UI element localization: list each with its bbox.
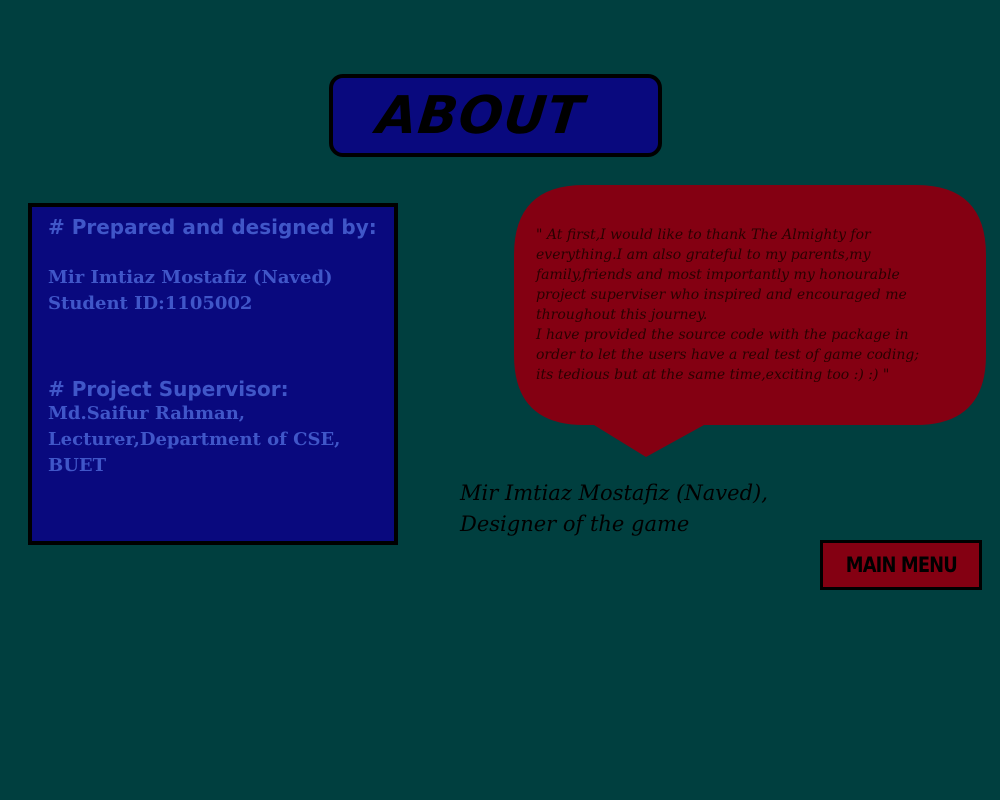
main-menu-button[interactable]: MAIN MENU <box>820 540 982 590</box>
main-menu-label: MAIN MENU <box>845 553 957 577</box>
credits-panel: # Prepared and designed by: Mir Imtiaz M… <box>28 203 398 545</box>
page-title: ABOUT <box>373 85 588 146</box>
title-banner: ABOUT <box>329 74 662 157</box>
prepared-by-heading: # Prepared and designed by: <box>48 215 377 239</box>
supervisor-name: Md.Saifur Rahman, <box>48 403 246 424</box>
signature-role: Designer of the game <box>460 512 690 536</box>
signature-name: Mir Imtiaz Mostafiz (Naved), <box>460 481 768 505</box>
supervisor-heading: # Project Supervisor: <box>48 377 289 401</box>
acknowledgement-message: " At first,I would like to thank The Alm… <box>536 227 920 383</box>
signature: Mir Imtiaz Mostafiz (Naved), Designer of… <box>460 478 768 540</box>
supervisor-title: Lecturer,Department of CSE, <box>48 429 341 450</box>
author-name: Mir Imtiaz Mostafiz (Naved) <box>48 267 333 288</box>
supervisor-institution: BUET <box>48 455 107 476</box>
student-id: Student ID:1105002 <box>48 293 253 314</box>
speech-bubble: " At first,I would like to thank The Alm… <box>514 185 986 457</box>
